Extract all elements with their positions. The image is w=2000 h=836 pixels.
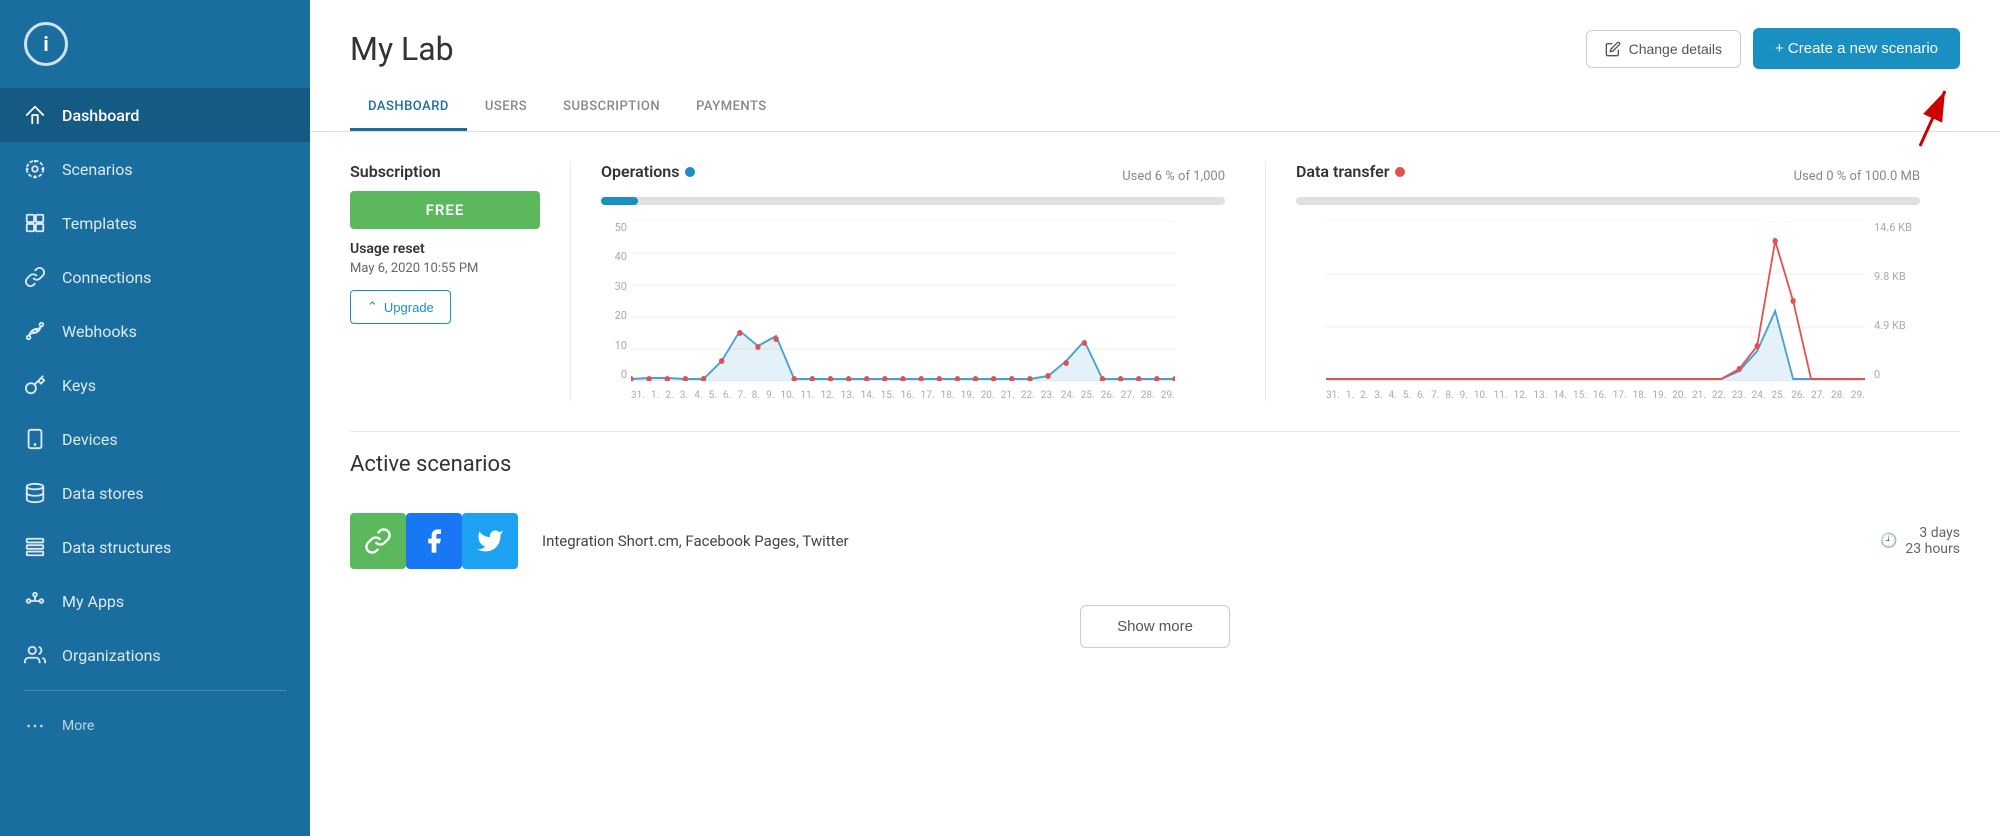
twitter-icon: [476, 527, 504, 555]
subscription-badge: FREE: [350, 191, 540, 229]
home-icon: [24, 104, 46, 126]
sidebar-item-more[interactable]: More: [0, 699, 310, 753]
app-logo: i: [24, 22, 68, 66]
scenario-time: 🕘 3 days 23 hours: [1880, 525, 1960, 557]
sidebar-item-data-stores[interactable]: Data stores: [0, 466, 310, 520]
tab-users[interactable]: USERS: [467, 85, 545, 131]
operations-chart: 50403020100: [601, 221, 1225, 401]
organizations-icon: [24, 644, 46, 666]
sidebar-item-label-dashboard: Dashboard: [62, 106, 139, 125]
scenario-icon-twitter: [462, 513, 518, 569]
section-divider: [350, 431, 1960, 432]
facebook-icon: [420, 527, 448, 555]
more-icon: [24, 715, 46, 737]
tab-subscription[interactable]: SUBSCRIPTION: [545, 85, 678, 131]
sidebar-item-label-more: More: [62, 718, 94, 734]
usage-reset-label: Usage reset: [350, 241, 540, 257]
scenario-name: Integration Short.cm, Facebook Pages, Tw…: [542, 532, 1856, 550]
operations-progress-fill: [601, 197, 638, 205]
main-content-area: Subscription FREE Usage reset May 6, 202…: [310, 132, 2000, 836]
scenario-icons: [350, 513, 518, 569]
sidebar-item-label-data-stores: Data stores: [62, 484, 144, 503]
link-icon: [364, 527, 392, 555]
clock-icon: 🕘: [1880, 533, 1897, 549]
show-more-button[interactable]: Show more: [1080, 605, 1230, 648]
data-transfer-chart: 14.6 KB9.8 KB4.9 KB0: [1296, 221, 1920, 401]
chart-x-labels-ops: 31.1.2.3.4.5.6.7.8.9.10.11.12.13.14.15.1…: [631, 390, 1175, 401]
metrics-row: Subscription FREE Usage reset May 6, 202…: [350, 162, 1960, 401]
devices-icon: [24, 428, 46, 450]
chart-y-labels-ops: 50403020100: [601, 221, 631, 381]
sidebar-item-label-my-apps: My Apps: [62, 592, 124, 611]
sidebar-item-label-webhooks: Webhooks: [62, 322, 137, 341]
tab-payments[interactable]: PAYMENTS: [678, 85, 785, 131]
sidebar-item-connections[interactable]: Connections: [0, 250, 310, 304]
sidebar-item-label-data-structures: Data structures: [62, 538, 171, 557]
data-structures-icon: [24, 536, 46, 558]
webhooks-icon: [24, 320, 46, 342]
sidebar-item-dashboard[interactable]: Dashboard: [0, 88, 310, 142]
sidebar-logo: i: [0, 0, 310, 88]
subscription-label: Subscription: [350, 162, 540, 181]
scenarios-icon: [24, 158, 46, 180]
data-transfer-used: Used 0 % of 100.0 MB: [1794, 169, 1920, 184]
tab-dashboard[interactable]: DASHBOARD: [350, 85, 467, 131]
sidebar-item-label-organizations: Organizations: [62, 646, 161, 665]
scenario-icon-facebook: [406, 513, 462, 569]
sidebar-item-label-templates: Templates: [62, 214, 137, 233]
upgrade-button[interactable]: ⌃ Upgrade: [350, 290, 451, 324]
active-scenarios-title: Active scenarios: [350, 452, 1960, 477]
main-content: My Lab Change details + Create a new sce…: [310, 0, 2000, 836]
operations-section: Operations Used 6 % of 1,000 50403020100: [570, 162, 1265, 401]
chart-x-labels-dt: 31.1.2.3.4.5.6.7.8.9.10.11.12.13.14.15.1…: [1326, 390, 1865, 401]
sidebar-item-webhooks[interactable]: Webhooks: [0, 304, 310, 358]
chart-svg-area-dt: [1326, 221, 1865, 381]
sidebar: i Dashboard Scenarios Templates: [0, 0, 310, 836]
operations-used: Used 6 % of 1,000: [1122, 169, 1225, 184]
connections-icon: [24, 266, 46, 288]
operations-progress-bar: [601, 197, 1225, 205]
sidebar-item-label-keys: Keys: [62, 376, 96, 395]
sidebar-item-label-devices: Devices: [62, 430, 118, 449]
data-transfer-label: Data transfer: [1296, 162, 1405, 181]
sidebar-item-scenarios[interactable]: Scenarios: [0, 142, 310, 196]
sidebar-item-organizations[interactable]: Organizations: [0, 628, 310, 682]
keys-icon: [24, 374, 46, 396]
sidebar-item-devices[interactable]: Devices: [0, 412, 310, 466]
change-details-button[interactable]: Change details: [1586, 30, 1741, 68]
sidebar-nav: Dashboard Scenarios Templates Connection…: [0, 88, 310, 836]
tabs-nav: DASHBOARD USERS SUBSCRIPTION PAYMENTS: [310, 85, 2000, 132]
sidebar-item-my-apps[interactable]: My Apps: [0, 574, 310, 628]
chart-y-labels-dt: [1296, 221, 1326, 381]
show-more-section: Show more: [350, 585, 1960, 658]
sidebar-item-templates[interactable]: Templates: [0, 196, 310, 250]
edit-icon: [1605, 41, 1621, 57]
my-apps-icon: [24, 590, 46, 612]
page-title: My Lab: [350, 30, 454, 68]
data-stores-icon: [24, 482, 46, 504]
scenario-time-value: 3 days 23 hours: [1905, 525, 1960, 557]
sidebar-item-label-scenarios: Scenarios: [62, 160, 133, 179]
sidebar-divider: [24, 690, 286, 691]
usage-reset-date: May 6, 2020 10:55 PM: [350, 261, 540, 276]
data-transfer-progress-bar: [1296, 197, 1920, 205]
chevron-up-icon: ⌃: [367, 299, 378, 315]
operations-label: Operations: [601, 162, 695, 181]
page-header: My Lab Change details + Create a new sce…: [310, 0, 2000, 69]
active-scenarios-section: Active scenarios Integration Short.cm, F…: [350, 452, 1960, 585]
sidebar-item-data-structures[interactable]: Data structures: [0, 520, 310, 574]
chart-svg-area-ops: [631, 221, 1175, 381]
subscription-section: Subscription FREE Usage reset May 6, 202…: [350, 162, 570, 401]
data-transfer-section: Data transfer Used 0 % of 100.0 MB 14.6 …: [1265, 162, 1960, 401]
sidebar-item-keys[interactable]: Keys: [0, 358, 310, 412]
sidebar-item-label-connections: Connections: [62, 268, 151, 287]
dt-dot: [1395, 167, 1405, 177]
header-actions: Change details + Create a new scenario: [1586, 28, 1960, 69]
chart-y-labels-dt-right: 14.6 KB9.8 KB4.9 KB0: [1870, 221, 1920, 381]
templates-icon: [24, 212, 46, 234]
ops-dot: [685, 167, 695, 177]
scenario-icon-green: [350, 513, 406, 569]
create-scenario-button[interactable]: + Create a new scenario: [1753, 28, 1960, 69]
scenario-row: Integration Short.cm, Facebook Pages, Tw…: [350, 497, 1960, 585]
